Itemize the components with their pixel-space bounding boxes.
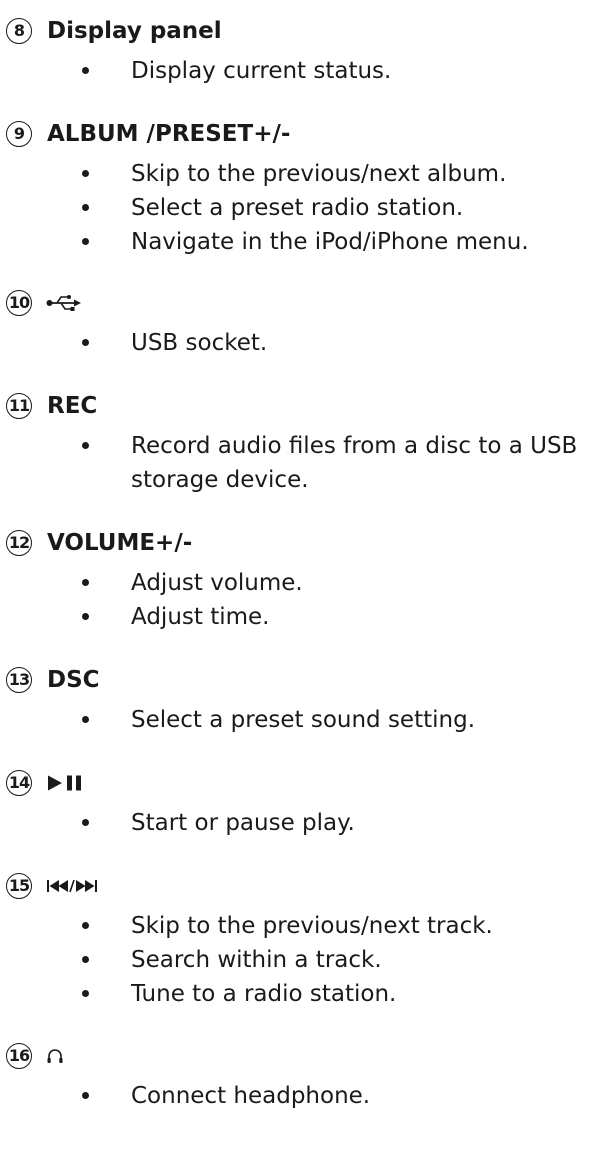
bullet-dot bbox=[82, 67, 89, 74]
bullet-item: Display current status. bbox=[0, 54, 613, 88]
item-number-badge: 16 bbox=[6, 1043, 32, 1069]
bullet-dot bbox=[82, 1092, 89, 1099]
bullet-list: Adjust volume. Adjust time. bbox=[0, 566, 613, 634]
bullet-dot bbox=[82, 716, 89, 723]
bullet-item: Connect headphone. bbox=[0, 1079, 613, 1113]
bullet-text: Adjust time. bbox=[131, 604, 270, 630]
bullet-dot bbox=[82, 956, 89, 963]
bullet-dot bbox=[82, 170, 89, 177]
bullet-dot bbox=[82, 613, 89, 620]
bullet-item: Record audio files from a disc to a USB … bbox=[0, 429, 613, 497]
bullet-text: USB socket. bbox=[131, 330, 268, 356]
bullet-item: Tune to a radio station. bbox=[0, 977, 613, 1011]
item-heading: 11 REC bbox=[0, 389, 613, 423]
item-number-badge: 9 bbox=[6, 121, 32, 147]
bullet-text: Connect headphone. bbox=[131, 1083, 371, 1109]
item-title: DSC bbox=[47, 667, 100, 693]
bullet-list: Start or pause play. bbox=[0, 806, 613, 840]
bullet-text: Adjust volume. bbox=[131, 570, 303, 596]
bullet-item: Select a preset sound setting. bbox=[0, 703, 613, 737]
bullet-dot bbox=[82, 579, 89, 586]
bullet-list: Skip to the previous/next track. Search … bbox=[0, 909, 613, 1011]
item-number-badge: 10 bbox=[6, 290, 32, 316]
bullet-item: Start or pause play. bbox=[0, 806, 613, 840]
bullet-text: Select a preset sound setting. bbox=[131, 707, 476, 733]
bullet-dot bbox=[82, 204, 89, 211]
item-title: ALBUM /PRESET+/- bbox=[47, 121, 291, 147]
item-heading: 9 ALBUM /PRESET+/- bbox=[0, 117, 613, 151]
bullet-list: Skip to the previous/next album. Select … bbox=[0, 157, 613, 259]
bullet-list: Record audio files from a disc to a USB … bbox=[0, 429, 613, 497]
bullet-item: Select a preset radio station. bbox=[0, 191, 613, 225]
bullet-item: Adjust time. bbox=[0, 600, 613, 634]
item-number-badge: 14 bbox=[6, 770, 32, 796]
play-pause-icon bbox=[46, 771, 86, 795]
bullet-list: USB socket. bbox=[0, 326, 613, 360]
bullet-text: Start or pause play. bbox=[131, 810, 355, 836]
bullet-text: Skip to the previous/next track. bbox=[131, 913, 493, 939]
item-heading: 16 bbox=[0, 1039, 613, 1073]
item-number-badge: 11 bbox=[6, 393, 32, 419]
bullet-item: Adjust volume. bbox=[0, 566, 613, 600]
bullet-dot bbox=[82, 990, 89, 997]
bullet-item: Skip to the previous/next track. bbox=[0, 909, 613, 943]
item-number-badge: 12 bbox=[6, 530, 32, 556]
item-heading: 10 bbox=[0, 286, 613, 320]
previous-next-icon bbox=[46, 874, 102, 898]
bullet-list: Display current status. bbox=[0, 54, 613, 88]
item-heading: 15 bbox=[0, 869, 613, 903]
bullet-text: Record audio files from a disc to a USB … bbox=[131, 433, 578, 493]
bullet-item: Skip to the previous/next album. bbox=[0, 157, 613, 191]
item-heading: 8 Display panel bbox=[0, 14, 613, 48]
bullet-dot bbox=[82, 922, 89, 929]
bullet-dot bbox=[82, 442, 89, 449]
bullet-list: Select a preset sound setting. bbox=[0, 703, 613, 737]
usb-icon bbox=[46, 291, 82, 315]
bullet-item: Search within a track. bbox=[0, 943, 613, 977]
bullet-text: Display current status. bbox=[131, 58, 392, 84]
bullet-list: Connect headphone. bbox=[0, 1079, 613, 1113]
headphone-icon bbox=[46, 1044, 64, 1068]
bullet-text: Skip to the previous/next album. bbox=[131, 161, 507, 187]
bullet-text: Tune to a radio station. bbox=[131, 981, 397, 1007]
item-number-badge: 15 bbox=[6, 873, 32, 899]
bullet-text: Select a preset radio station. bbox=[131, 195, 464, 221]
bullet-text: Navigate in the iPod/iPhone menu. bbox=[131, 229, 529, 255]
bullet-item: Navigate in the iPod/iPhone menu. bbox=[0, 225, 613, 259]
bullet-dot bbox=[82, 819, 89, 826]
item-heading: 12 VOLUME+/- bbox=[0, 526, 613, 560]
item-title: Display panel bbox=[47, 18, 222, 44]
bullet-dot bbox=[82, 339, 89, 346]
bullet-dot bbox=[82, 238, 89, 245]
bullet-item: USB socket. bbox=[0, 326, 613, 360]
item-number-badge: 8 bbox=[6, 18, 32, 44]
item-heading: 14 bbox=[0, 766, 613, 800]
manual-page: 8 Display panel Display current status. … bbox=[0, 0, 613, 1171]
item-title: REC bbox=[47, 393, 98, 419]
item-number-badge: 13 bbox=[6, 667, 32, 693]
item-title: VOLUME+/- bbox=[47, 530, 193, 556]
item-heading: 13 DSC bbox=[0, 663, 613, 697]
bullet-text: Search within a track. bbox=[131, 947, 382, 973]
